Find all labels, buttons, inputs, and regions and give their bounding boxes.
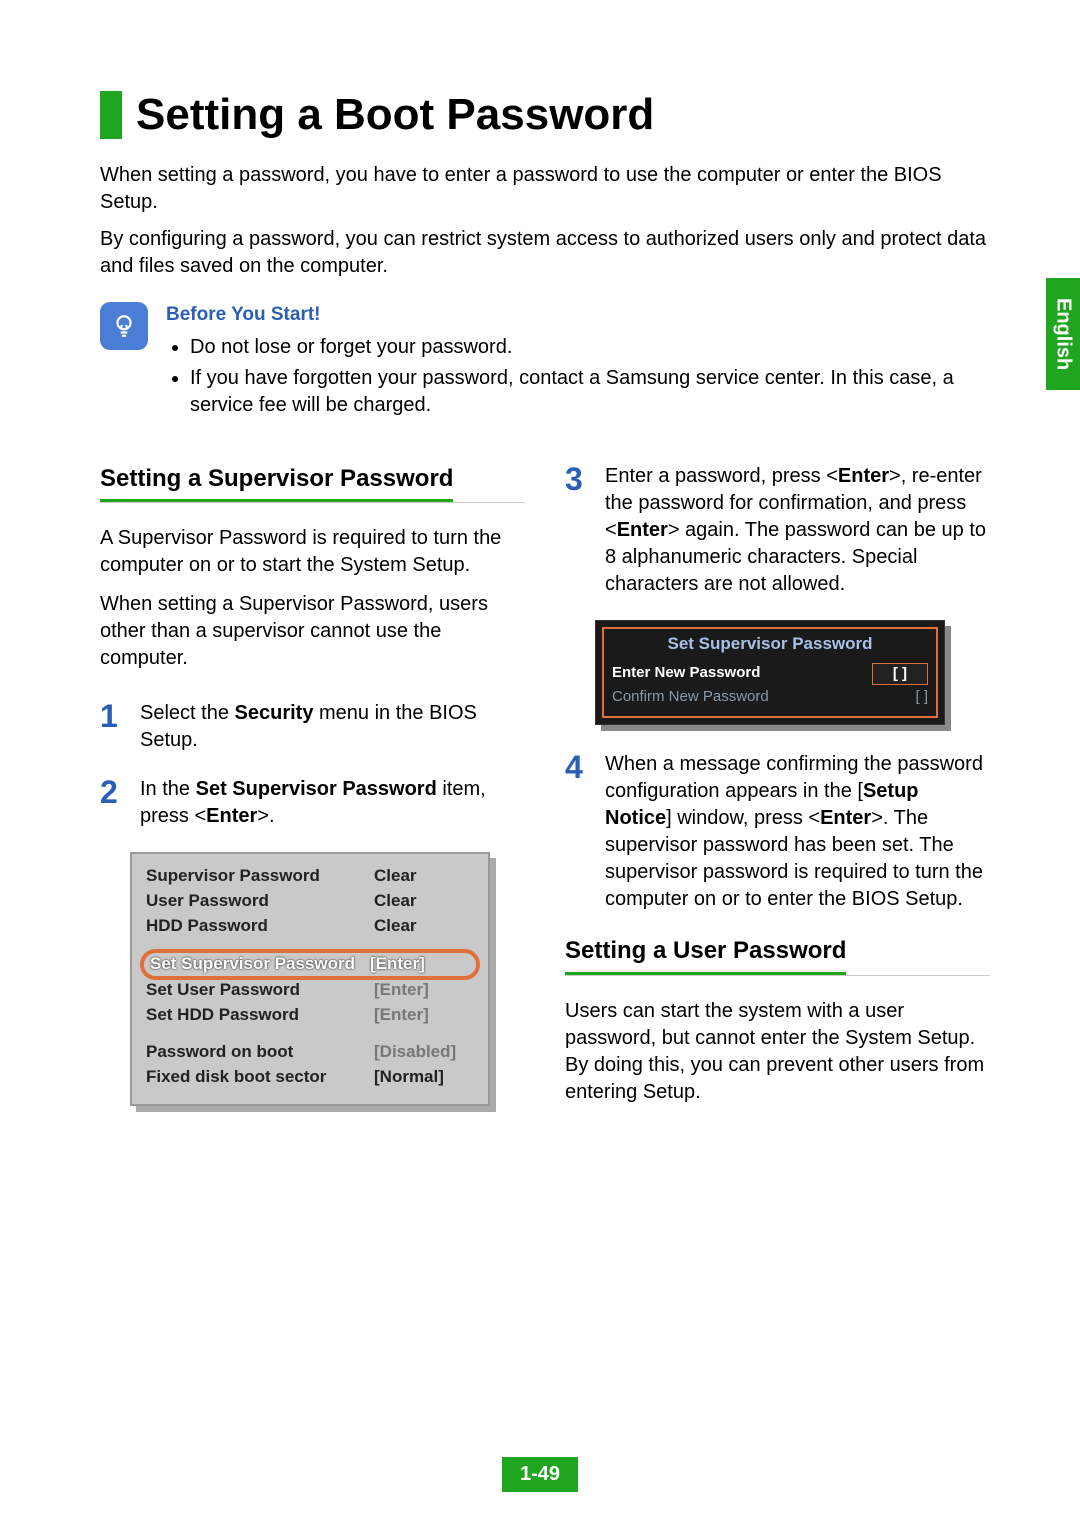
step-number: 3 bbox=[565, 463, 589, 598]
bios-security-figure: Supervisor PasswordClear User PasswordCl… bbox=[130, 852, 490, 1106]
step-number: 4 bbox=[565, 751, 589, 913]
left-column: Setting a Supervisor Password A Supervis… bbox=[100, 463, 525, 1116]
supervisor-p2: When setting a Supervisor Password, user… bbox=[100, 591, 525, 672]
page-number: 1-49 bbox=[502, 1457, 578, 1492]
step-1: 1 Select the Security menu in the BIOS S… bbox=[100, 700, 525, 754]
user-p1: Users can start the system with a user p… bbox=[565, 998, 990, 1106]
page-title: Setting a Boot Password bbox=[136, 85, 654, 144]
tip-bullet-2: If you have forgotten your password, con… bbox=[190, 365, 990, 419]
accent-bar bbox=[100, 91, 122, 139]
step-4: 4 When a message confirming the password… bbox=[565, 751, 990, 913]
right-column: 3 Enter a password, press <Enter>, re-en… bbox=[565, 463, 990, 1116]
tip-bullet-1: Do not lose or forget your password. bbox=[190, 334, 990, 361]
step-number: 2 bbox=[100, 776, 124, 830]
password-dialog-figure: Set Supervisor Password Enter New Passwo… bbox=[595, 620, 945, 725]
step-2: 2 In the Set Supervisor Password item, p… bbox=[100, 776, 525, 830]
intro-p2: By configuring a password, you can restr… bbox=[100, 226, 990, 280]
supervisor-heading: Setting a Supervisor Password bbox=[100, 463, 453, 502]
tip-title: Before You Start! bbox=[166, 302, 990, 328]
intro-p1: When setting a password, you have to ent… bbox=[100, 162, 990, 216]
language-tab: English bbox=[1046, 278, 1080, 390]
tip-callout: Before You Start! Do not lose or forget … bbox=[100, 302, 990, 423]
user-password-heading: Setting a User Password bbox=[565, 935, 846, 974]
bios-highlighted-row: Set Supervisor Password[Enter] bbox=[140, 949, 480, 980]
intro-text: When setting a password, you have to ent… bbox=[100, 162, 990, 280]
dialog-title: Set Supervisor Password bbox=[612, 633, 928, 656]
step-3: 3 Enter a password, press <Enter>, re-en… bbox=[565, 463, 990, 598]
lightbulb-icon bbox=[100, 302, 148, 350]
step-number: 1 bbox=[100, 700, 124, 754]
supervisor-p1: A Supervisor Password is required to tur… bbox=[100, 525, 525, 579]
